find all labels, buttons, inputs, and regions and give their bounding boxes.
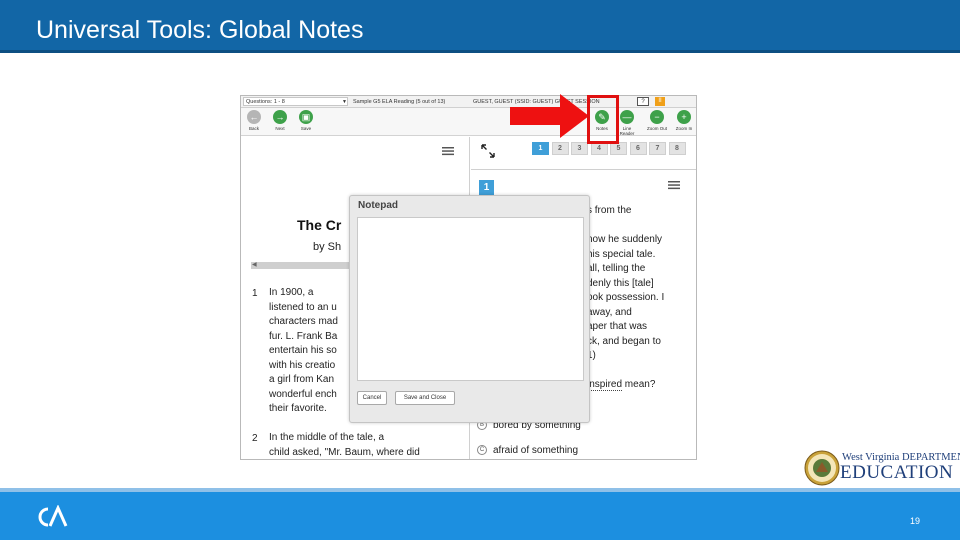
paragraph-number: 1 (252, 288, 258, 299)
question-line: inspired mean? (587, 379, 656, 391)
tab-question-6[interactable]: 6 (629, 142, 647, 155)
passage-title: The Cr (297, 217, 342, 233)
question-line: ck, and began to (587, 335, 661, 347)
test-screenshot: Questions: 1 - 8 ▼ Sample G5 ELA Reading… (240, 95, 697, 460)
scroll-left-icon[interactable]: ◀ (252, 261, 257, 268)
question-line: all, telling the (587, 263, 646, 274)
line-reader-icon: — (620, 110, 634, 124)
save-label: Save (300, 126, 312, 131)
notepad-textarea[interactable] (357, 217, 584, 381)
slide-footer (0, 492, 960, 540)
tab-question-3[interactable]: 3 (571, 142, 588, 155)
next-button[interactable]: → Next (269, 110, 291, 131)
back-label: Back (248, 126, 259, 131)
vocab-word: inspired (587, 379, 623, 391)
slide-number: 19 (910, 516, 921, 526)
tabs-divider (471, 169, 696, 170)
tab-question-2[interactable]: 2 (551, 142, 569, 155)
back-button[interactable]: ← Back (243, 110, 265, 131)
notepad-title: Notepad (358, 200, 398, 211)
question-line: now he suddenly (587, 234, 663, 245)
wv-org-bottom: EDUCATION (840, 462, 954, 483)
menu-icon[interactable] (441, 145, 455, 157)
zoom-in-icon: + (677, 110, 691, 124)
wv-education-logo: West Virginia DEPARTMENT OF EDUCATION (804, 448, 960, 488)
slide-title: Universal Tools: Global Notes (36, 16, 364, 44)
tab-question-7[interactable]: 7 (649, 142, 666, 155)
question-line: denly this [tale] (587, 277, 654, 289)
arrow-left-icon: ← (247, 110, 261, 124)
menu-icon[interactable] (667, 179, 681, 191)
passage-line: In 1900, a (269, 287, 314, 298)
question-line: away, and (587, 306, 632, 318)
question-select-label: Questions: 1 - 8 (246, 99, 285, 105)
test-toolbar: ← Back → Next ▣ Save ✎ Notes — Line Read… (241, 108, 696, 136)
passage-line: a girl from Kan (269, 374, 335, 385)
passage-byline: by Sh (313, 241, 342, 253)
ca-logo-icon (38, 505, 68, 527)
passage-line: wonderful ench (269, 388, 337, 400)
zoom-out-button[interactable]: − Zoom Out (646, 110, 668, 131)
tab-question-1[interactable]: 1 (532, 142, 549, 155)
zoom-out-icon: − (650, 110, 664, 124)
header-rule (0, 50, 960, 53)
pause-button[interactable]: II (655, 97, 665, 106)
passage-line: In the middle of the tale, a (269, 432, 385, 443)
zoom-in-button[interactable]: + Zoom In (673, 110, 695, 131)
passage-line: characters mad (269, 316, 338, 327)
expand-icon[interactable] (481, 144, 495, 158)
paragraph-number: 2 (252, 433, 258, 444)
wv-seal-icon (804, 450, 840, 486)
question-line: his special tale. (587, 248, 656, 260)
passage-line: with his creatio (269, 359, 336, 371)
question-select[interactable]: Questions: 1 - 8 ▼ (243, 97, 348, 106)
notes-highlight-box (587, 95, 619, 144)
test-top-bar: Questions: 1 - 8 ▼ Sample G5 ELA Reading… (241, 96, 696, 108)
radio-bubble-icon[interactable]: C (477, 445, 487, 456)
line-reader-label: Line Reader (619, 126, 635, 136)
zoom-out-label: Zoom Out (646, 126, 667, 131)
passage-line: listened to an u (269, 301, 337, 313)
question-line: s from the (587, 205, 632, 216)
help-button[interactable]: ? (637, 97, 649, 106)
save-icon: ▣ (299, 110, 313, 124)
chevron-down-icon: ▼ (342, 99, 347, 105)
passage-line: fur. L. Frank Ba (269, 330, 338, 342)
answer-choice-label: afraid of something (493, 445, 579, 456)
save-and-close-button[interactable]: Save and Close (395, 391, 455, 405)
passage-line: child asked, "Mr. Baum, where did (269, 446, 420, 458)
zoom-in-label: Zoom In (675, 126, 693, 131)
answer-choice-c[interactable]: Cafraid of something (477, 445, 578, 456)
save-button[interactable]: ▣ Save (295, 110, 317, 131)
red-arrow-annotation (510, 94, 589, 138)
passage-line: entertain his so (269, 345, 337, 356)
cancel-button[interactable]: Cancel (357, 391, 387, 405)
notepad-dialog: Notepad Cancel Save and Close (349, 195, 590, 423)
tab-question-8[interactable]: 8 (668, 142, 686, 155)
next-label: Next (275, 126, 285, 131)
question-line: aper that was (587, 321, 648, 332)
question-number-badge: 1 (479, 180, 494, 195)
test-name: Sample G5 ELA Reading (5 out of 13) (353, 99, 446, 105)
line-reader-button[interactable]: — Line Reader (616, 110, 638, 136)
arrow-right-icon: → (273, 110, 287, 124)
question-line: ook possession. I (587, 292, 665, 303)
passage-line: their favorite. (269, 403, 327, 414)
